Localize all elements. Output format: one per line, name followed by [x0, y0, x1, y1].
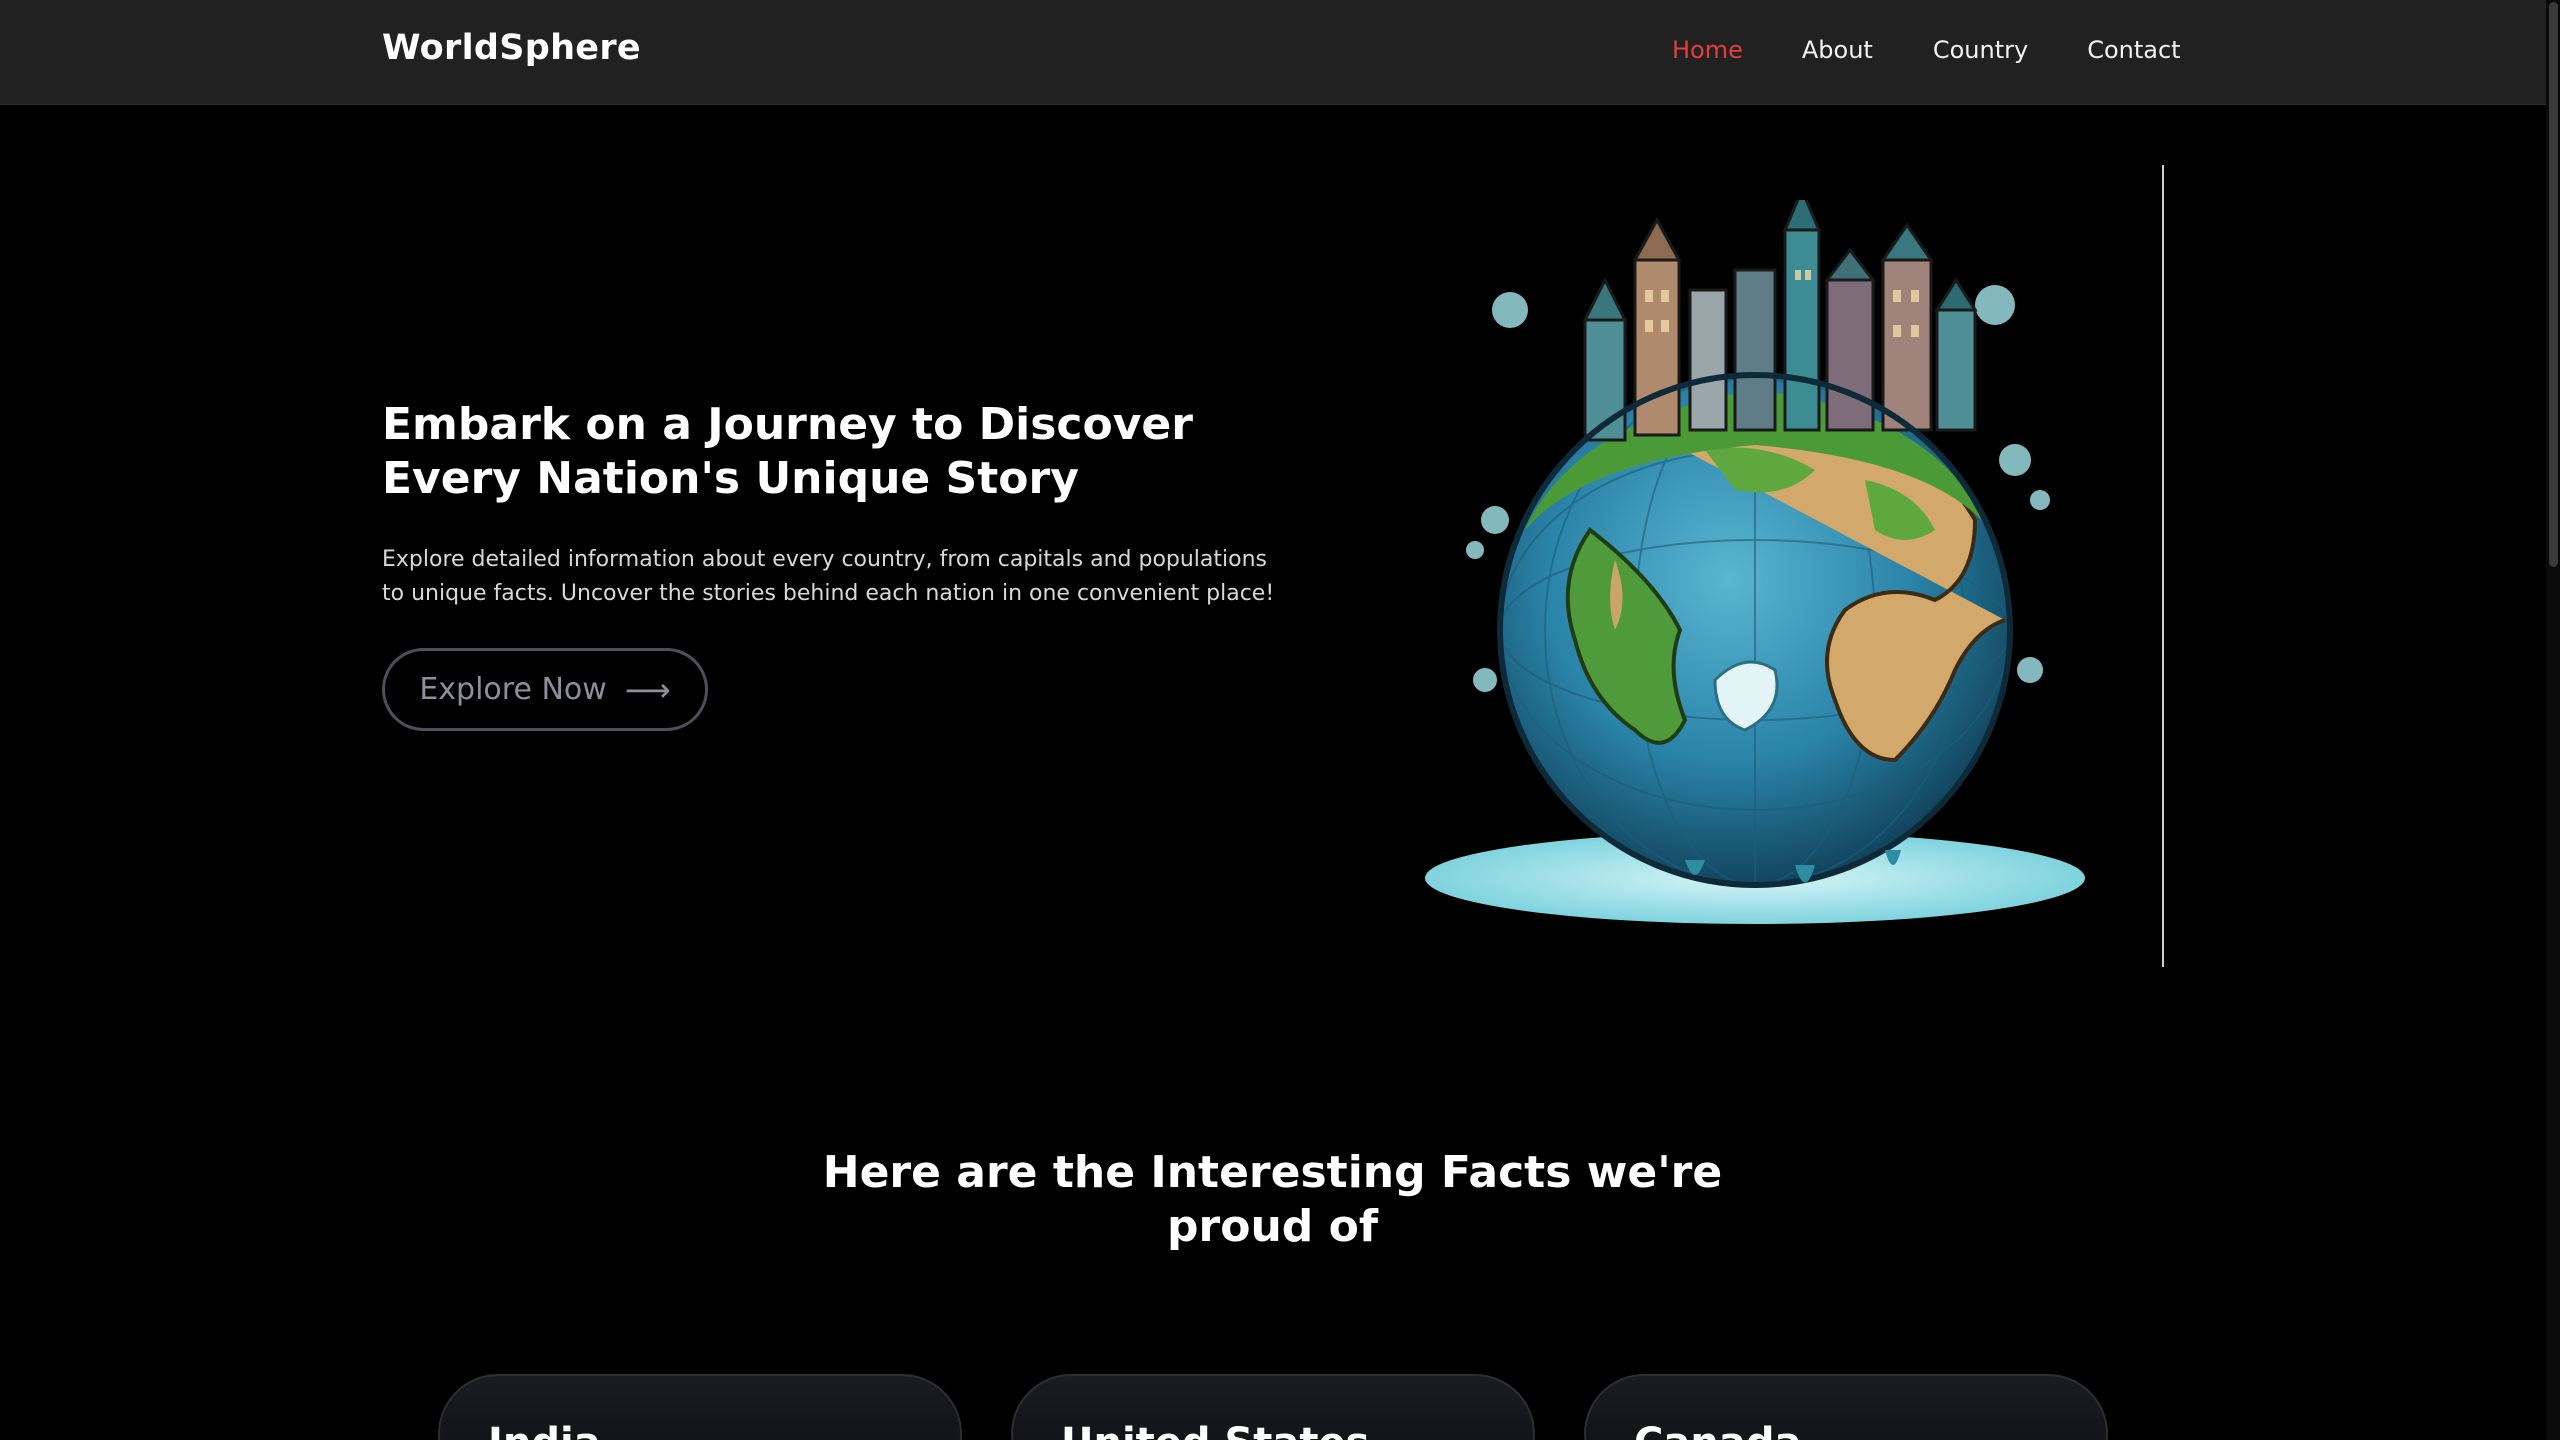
- country-card-title: India: [488, 1420, 601, 1440]
- country-card-canada[interactable]: Canada: [1584, 1374, 2108, 1440]
- country-card-title: United States: [1061, 1420, 1369, 1440]
- nav-contact-link[interactable]: Contact: [2087, 36, 2180, 64]
- nav-country-link[interactable]: Country: [1933, 36, 2028, 64]
- hero-divider: [2162, 165, 2164, 967]
- site-header: WorldSphere Home About Country Contact: [0, 0, 2546, 105]
- country-card-title: Canada: [1634, 1420, 1801, 1440]
- nav-about-link[interactable]: About: [1802, 36, 1873, 64]
- scrollbar-thumb[interactable]: [2549, 2, 2558, 567]
- explore-now-label: Explore Now: [419, 672, 607, 707]
- page-scrollbar[interactable]: [2546, 0, 2560, 1440]
- explore-now-button[interactable]: Explore Now ⟶: [382, 648, 708, 731]
- facts-title: Here are the Interesting Facts we're pro…: [822, 1147, 1723, 1252]
- country-card-india[interactable]: India: [438, 1374, 962, 1440]
- hero-description: Explore detailed information about every…: [382, 547, 1275, 606]
- country-card-united-states[interactable]: United States: [1011, 1374, 1535, 1440]
- nav-home-link[interactable]: Home: [1672, 36, 1743, 64]
- site-logo[interactable]: WorldSphere: [382, 28, 641, 68]
- globe-illustration: [1415, 186, 2095, 940]
- arrow-right-icon: ⟶: [624, 670, 671, 709]
- hero-title: Embark on a Journey to Discover Every Na…: [382, 399, 1193, 504]
- main-nav: Home About Country Contact: [1672, 36, 2181, 64]
